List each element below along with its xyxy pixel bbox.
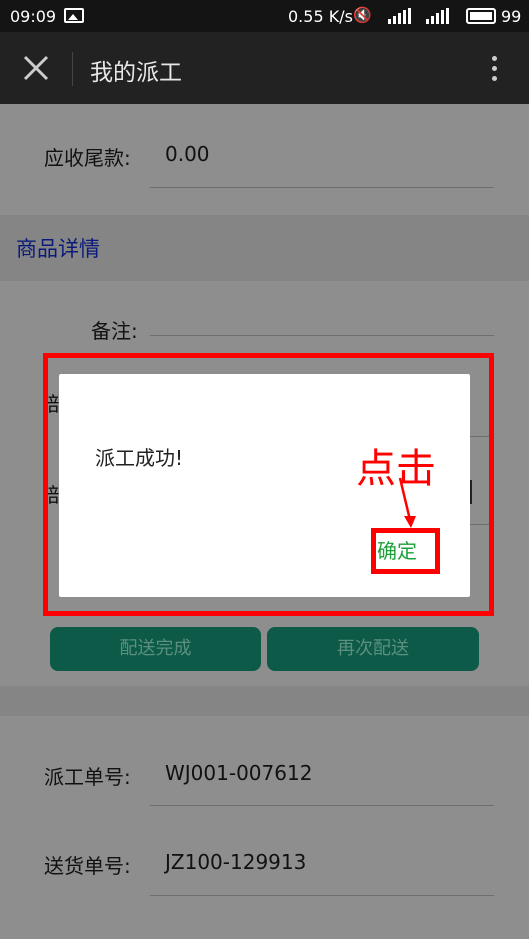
delivery-complete-button[interactable]: 配送完成: [50, 627, 261, 671]
dispatch-no-underline: [150, 805, 494, 806]
battery-icon: [466, 8, 496, 24]
signal-4g-icon: [388, 8, 411, 24]
dispatch-no-value: WJ001-007612: [165, 761, 313, 785]
appbar-divider: [72, 52, 73, 86]
app-bar: 我的派工: [0, 32, 529, 104]
signal-3g-icon: [426, 8, 449, 24]
remark-field[interactable]: [150, 335, 494, 336]
annotation-arrow-icon: [398, 477, 416, 528]
goods-section-header: 商品详情: [0, 215, 529, 281]
remark-label: 备注:: [91, 319, 138, 343]
dispatch-no-label: 派工单号:: [44, 765, 131, 789]
redeliver-button[interactable]: 再次配送: [267, 627, 479, 671]
goods-section-title: 商品详情: [16, 237, 100, 261]
balance-value: 0.00: [165, 142, 210, 166]
delivery-no-label: 送货单号:: [44, 854, 131, 878]
balance-label: 应收尾款:: [44, 146, 131, 170]
section-separator: [0, 686, 529, 716]
delivery-no-value: JZ100-129913: [165, 850, 307, 874]
close-icon[interactable]: [22, 54, 50, 82]
image-notification-icon: [64, 8, 84, 23]
page-title: 我的派工: [90, 60, 182, 86]
annotation-confirm-highlight: [371, 528, 440, 574]
status-time: 09:09: [10, 7, 57, 26]
more-options-icon[interactable]: [484, 52, 504, 86]
mute-icon: 🔇: [353, 6, 372, 24]
delivery-no-underline: [150, 895, 494, 896]
status-bar: 09:09 0.55 K/s 🔇 99: [0, 0, 529, 32]
battery-level: 99: [501, 7, 522, 26]
network-speed: 0.55 K/s: [288, 7, 353, 26]
balance-underline: [150, 187, 494, 188]
